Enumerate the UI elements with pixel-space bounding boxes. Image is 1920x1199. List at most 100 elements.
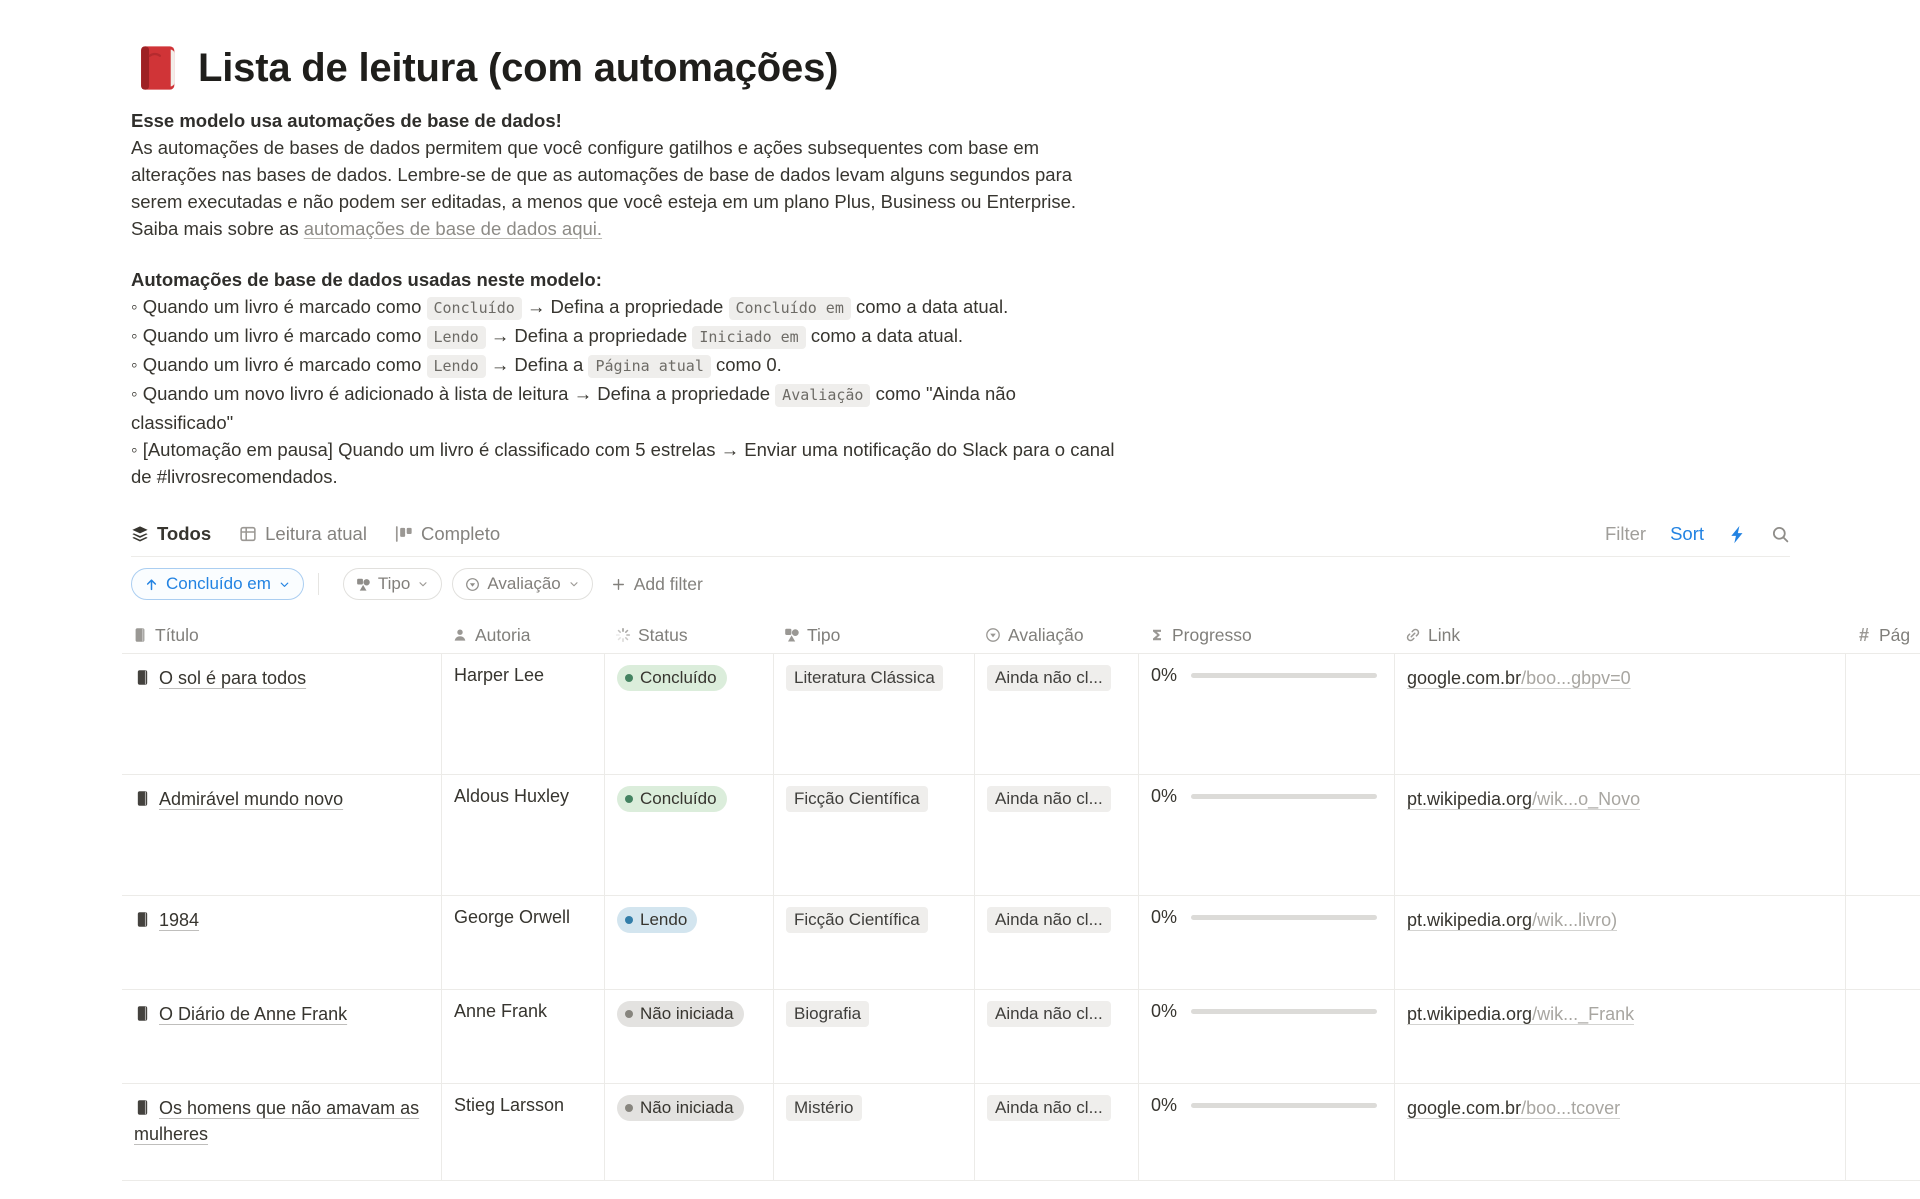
tipo-tag[interactable]: Literatura Clássica — [786, 665, 943, 691]
sort-chip-concluido-em[interactable]: Concluído em — [131, 568, 304, 600]
filter-chip-tipo[interactable]: Tipo — [343, 568, 442, 600]
cell-title[interactable]: O sol é para todos — [122, 654, 442, 774]
book-icon — [134, 1003, 151, 1020]
cell-avaliacao[interactable]: Ainda não cl... — [975, 896, 1139, 989]
cell-title[interactable]: Os homens que não amavam as mulheres — [122, 1084, 442, 1180]
cell-link[interactable]: pt.wikipedia.org/wik...livro) — [1395, 896, 1846, 989]
cell-author[interactable]: George Orwell — [442, 896, 605, 989]
column-header-status[interactable]: Status — [605, 625, 774, 646]
tab-completo[interactable]: Completo — [395, 523, 500, 545]
cell-tipo[interactable]: Mistério — [774, 1084, 975, 1180]
cell-status[interactable]: Concluído — [605, 775, 774, 895]
cell-author[interactable]: Anne Frank — [442, 990, 605, 1083]
chevron-down-icon — [278, 578, 291, 591]
row-link[interactable]: pt.wikipedia.org/wik..._Frank — [1407, 1001, 1634, 1027]
cell-progresso[interactable]: 0% — [1139, 775, 1395, 895]
inline-code-chip: Concluído — [427, 297, 522, 320]
database-automations-link[interactable]: automações de base de dados aqui. — [304, 218, 602, 239]
progress-bar — [1191, 673, 1377, 678]
view-toolbar: Todos Leitura atual Completo Filter Sort — [131, 512, 1790, 557]
cell-progresso[interactable]: 0% — [1139, 990, 1395, 1083]
bolt-icon[interactable] — [1728, 525, 1747, 544]
column-header-tipo[interactable]: Tipo — [774, 625, 975, 646]
cell-tipo[interactable]: Ficção Científica — [774, 896, 975, 989]
layers-icon — [131, 525, 149, 543]
status-pill[interactable]: Concluído — [617, 665, 727, 691]
cell-link[interactable]: google.com.br/boo...tcover — [1395, 1084, 1846, 1180]
column-header-progress[interactable]: Progresso — [1139, 625, 1395, 646]
cell-tipo[interactable]: Literatura Clássica — [774, 654, 975, 774]
status-dot-icon — [625, 795, 633, 803]
tab-label: Todos — [157, 523, 211, 545]
link-path: /boo...tcover — [1521, 1098, 1620, 1118]
cell-status[interactable]: Lendo — [605, 896, 774, 989]
cell-title[interactable]: O Diário de Anne Frank — [122, 990, 442, 1083]
status-pill[interactable]: Não iniciada — [617, 1095, 744, 1121]
tipo-tag[interactable]: Mistério — [786, 1095, 862, 1121]
column-header-label: Avaliação — [1008, 625, 1084, 646]
column-header-link[interactable]: Link — [1395, 625, 1846, 646]
row-title-link[interactable]: Os homens que não amavam as mulheres — [134, 1098, 419, 1144]
cell-pag[interactable] — [1846, 896, 1920, 989]
cell-pag[interactable] — [1846, 654, 1920, 774]
avaliacao-tag[interactable]: Ainda não cl... — [987, 786, 1111, 812]
cell-title[interactable]: Admirável mundo novo — [122, 775, 442, 895]
cell-pag[interactable] — [1846, 1084, 1920, 1180]
row-title-link[interactable]: O sol é para todos — [134, 668, 306, 688]
cell-author[interactable]: Harper Lee — [442, 654, 605, 774]
filter-button[interactable]: Filter — [1605, 523, 1646, 545]
cell-avaliacao[interactable]: Ainda não cl... — [975, 990, 1139, 1083]
cell-author[interactable]: Aldous Huxley — [442, 775, 605, 895]
status-pill[interactable]: Concluído — [617, 786, 727, 812]
chevron-down-icon — [417, 578, 429, 590]
add-filter-button[interactable]: Add filter — [611, 574, 703, 595]
avaliacao-tag[interactable]: Ainda não cl... — [987, 665, 1111, 691]
cell-status[interactable]: Concluído — [605, 654, 774, 774]
column-header-title[interactable]: Título — [122, 625, 442, 646]
avaliacao-tag[interactable]: Ainda não cl... — [987, 1001, 1111, 1027]
cell-title[interactable]: 1984 — [122, 896, 442, 989]
column-header-avaliacao[interactable]: Avaliação — [975, 625, 1139, 646]
cell-link[interactable]: google.com.br/boo...gbpv=0 — [1395, 654, 1846, 774]
cell-status[interactable]: Não iniciada — [605, 990, 774, 1083]
cell-author[interactable]: Stieg Larsson — [442, 1084, 605, 1180]
sort-button[interactable]: Sort — [1670, 523, 1704, 545]
cell-avaliacao[interactable]: Ainda não cl... — [975, 654, 1139, 774]
row-link[interactable]: google.com.br/boo...tcover — [1407, 1095, 1620, 1121]
cell-avaliacao[interactable]: Ainda não cl... — [975, 1084, 1139, 1180]
tipo-tag[interactable]: Ficção Científica — [786, 907, 928, 933]
progress-value: 0% — [1151, 786, 1177, 807]
row-title-link[interactable]: O Diário de Anne Frank — [134, 1004, 347, 1024]
row-title-link[interactable]: Admirável mundo novo — [134, 789, 343, 809]
cell-link[interactable]: pt.wikipedia.org/wik..._Frank — [1395, 990, 1846, 1083]
row-title-link[interactable]: 1984 — [134, 910, 199, 930]
search-icon[interactable] — [1771, 525, 1790, 544]
cell-tipo[interactable]: Biografia — [774, 990, 975, 1083]
row-link[interactable]: pt.wikipedia.org/wik...livro) — [1407, 907, 1617, 933]
cell-progresso[interactable]: 0% — [1139, 654, 1395, 774]
status-pill[interactable]: Lendo — [617, 907, 697, 933]
tipo-tag[interactable]: Biografia — [786, 1001, 869, 1027]
cell-status[interactable]: Não iniciada — [605, 1084, 774, 1180]
tab-leitura-atual[interactable]: Leitura atual — [239, 523, 367, 545]
cell-pag[interactable] — [1846, 775, 1920, 895]
cell-avaliacao[interactable]: Ainda não cl... — [975, 775, 1139, 895]
cell-link[interactable]: pt.wikipedia.org/wik...o_Novo — [1395, 775, 1846, 895]
cell-tipo[interactable]: Ficção Científica — [774, 775, 975, 895]
column-header-author[interactable]: Autoria — [442, 625, 605, 646]
row-link[interactable]: pt.wikipedia.org/wik...o_Novo — [1407, 786, 1640, 812]
tipo-tag[interactable]: Ficção Científica — [786, 786, 928, 812]
column-header-pag[interactable]: #Pág — [1846, 625, 1920, 646]
avaliacao-tag[interactable]: Ainda não cl... — [987, 1095, 1111, 1121]
progress-value: 0% — [1151, 907, 1177, 928]
row-link[interactable]: google.com.br/boo...gbpv=0 — [1407, 665, 1631, 691]
cell-progresso[interactable]: 0% — [1139, 1084, 1395, 1180]
cell-pag[interactable] — [1846, 990, 1920, 1083]
cell-progresso[interactable]: 0% — [1139, 896, 1395, 989]
automation-bullet: ◦ Quando um livro é marcado como Lendo →… — [131, 351, 1116, 380]
avaliacao-tag[interactable]: Ainda não cl... — [987, 907, 1111, 933]
tab-todos[interactable]: Todos — [131, 523, 211, 545]
link-domain: pt.wikipedia.org — [1407, 910, 1532, 930]
filter-chip-avaliação[interactable]: Avaliação — [452, 568, 592, 600]
status-pill[interactable]: Não iniciada — [617, 1001, 744, 1027]
